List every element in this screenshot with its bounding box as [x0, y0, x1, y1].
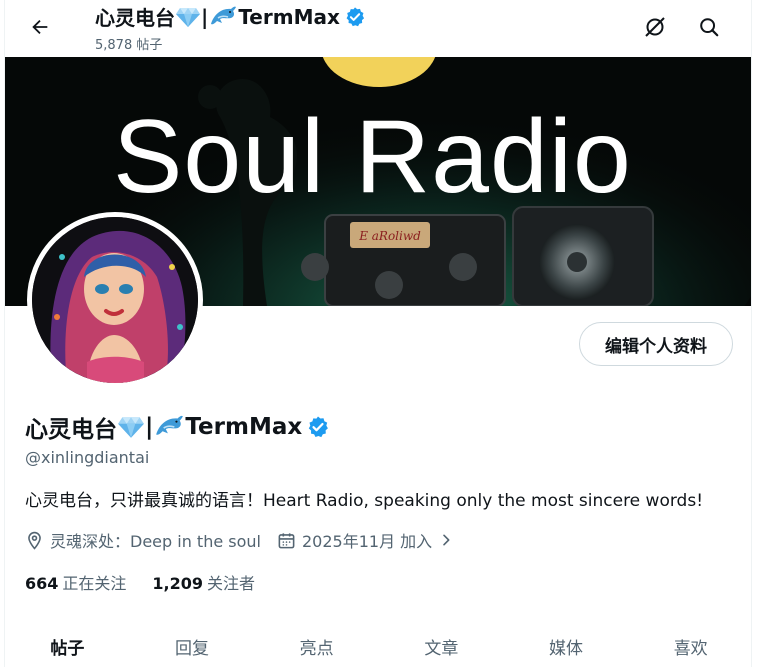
joined-text: 2025年11月 加入	[301, 532, 433, 551]
search-icon	[700, 18, 719, 37]
tab-replies[interactable]: 回复	[130, 620, 255, 667]
location-pin-icon	[28, 531, 41, 550]
profile-name-separator: |	[145, 414, 154, 440]
profile-handle: @xinlingdiantai	[25, 448, 150, 467]
calendar-icon	[278, 532, 295, 548]
verified-badge-icon	[346, 6, 364, 26]
tab-likes[interactable]: 喜欢	[628, 620, 751, 667]
header-separator: |	[201, 4, 209, 29]
dolphin-icon	[211, 6, 237, 24]
avatar[interactable]	[27, 212, 203, 388]
avatar-illustration	[32, 217, 198, 383]
arrow-left-icon	[32, 19, 48, 35]
profile-name-prefix: 心灵电台	[25, 417, 117, 443]
slash-circle-icon	[645, 17, 665, 37]
following-count: 664	[25, 574, 59, 593]
radio-label: E aRoliwd	[358, 229, 421, 243]
followers-count: 1,209	[152, 574, 204, 593]
followers-link[interactable]: 1,209 关注者	[152, 570, 255, 594]
joined-item[interactable]: 2025年11月 加入	[277, 528, 454, 552]
diamond-icon	[118, 417, 144, 438]
profile-bio: 心灵电台，只讲最真诚的语言！Heart Radio, speaking only…	[25, 491, 704, 511]
location-item: 灵魂深处：Deep in the soul	[25, 528, 261, 552]
following-label: 正在关注	[62, 574, 127, 593]
header-name-prefix: 心灵电台	[95, 6, 175, 30]
chevron-right-icon	[443, 534, 450, 546]
profile-name-suffix: TermMax	[185, 414, 303, 440]
dolphin-icon	[156, 415, 184, 435]
top-bar: 心灵电台 | TermMax 5,878 帖子	[5, 0, 751, 57]
profile-meta: 灵魂深处：Deep in the soul 2025年11月 加入	[25, 528, 454, 552]
tab-media[interactable]: 媒体	[504, 620, 629, 667]
header-name-suffix: TermMax	[238, 4, 340, 29]
followers-label: 关注者	[207, 574, 256, 593]
banner-title: Soul Radio	[113, 99, 632, 215]
following-link[interactable]: 664 正在关注	[25, 570, 126, 594]
post-count: 5,878 帖子	[95, 38, 163, 53]
edit-profile-button[interactable]: 编辑个人资料	[579, 322, 733, 366]
search-button[interactable]	[692, 10, 726, 44]
profile-tabs: 帖子 回复 亮点 文章 媒体 喜欢	[5, 620, 751, 667]
grok-button[interactable]	[638, 10, 672, 44]
verified-badge-icon[interactable]	[306, 415, 330, 439]
tab-articles[interactable]: 文章	[379, 620, 504, 667]
profile-page: 心灵电台 | TermMax 5,878 帖子 E aRoliwd Soul R…	[4, 0, 752, 667]
tab-highlights[interactable]: 亮点	[254, 620, 379, 667]
follow-stats: 664 正在关注 1,209 关注者	[25, 570, 281, 594]
header-title: 心灵电台 | TermMax	[95, 2, 366, 31]
profile-name: 心灵电台 | TermMax	[25, 410, 330, 444]
location-text: 灵魂深处：Deep in the soul	[50, 532, 261, 551]
tab-posts[interactable]: 帖子	[5, 620, 130, 667]
diamond-icon	[176, 7, 200, 27]
back-button[interactable]	[23, 10, 57, 44]
